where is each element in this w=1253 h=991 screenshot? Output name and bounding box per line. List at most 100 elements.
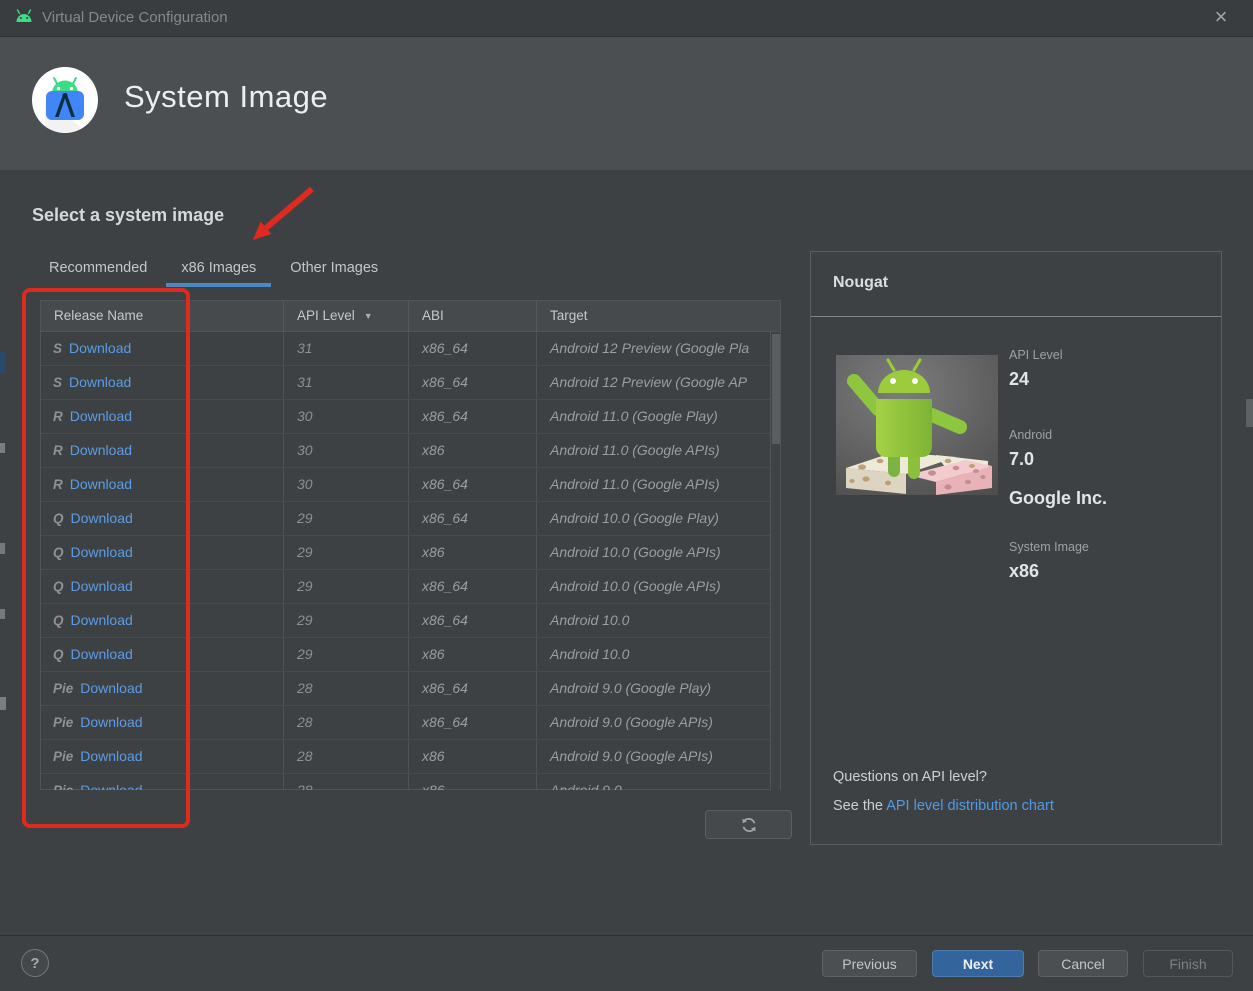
release-letter: S	[53, 341, 62, 356]
api-level-cell: 29	[284, 536, 409, 569]
background-window-fragment	[0, 443, 5, 453]
download-link[interactable]: Download	[80, 782, 142, 790]
active-tab-underline	[166, 283, 271, 287]
release-letter: Q	[53, 647, 64, 662]
refresh-button[interactable]	[705, 810, 792, 839]
download-link[interactable]: Download	[80, 680, 142, 696]
api-distribution-chart-link[interactable]: API level distribution chart	[886, 798, 1054, 814]
api-level-cell: 29	[284, 638, 409, 671]
table-row[interactable]: QDownload 29 x86 Android 10.0 (Google AP…	[41, 536, 770, 570]
tab-x86-images-label: x86 Images	[181, 260, 256, 276]
table-scrollbar-thumb[interactable]	[772, 334, 780, 444]
target-cell: Android 12 Preview (Google AP	[537, 366, 770, 399]
download-link[interactable]: Download	[70, 408, 132, 424]
download-link[interactable]: Download	[71, 578, 133, 594]
target-cell: Android 11.0 (Google Play)	[537, 400, 770, 433]
api-level-cell: 30	[284, 468, 409, 501]
tab-x86-images[interactable]: x86 Images	[164, 253, 273, 285]
release-name-cell: Q Download	[41, 502, 284, 535]
abi-cell: x86	[409, 536, 537, 569]
table-row[interactable]: PieDownload 28 x86_64 Android 9.0 (Googl…	[41, 672, 770, 706]
download-link[interactable]: Download	[71, 646, 133, 662]
release-letter: Pie	[53, 681, 73, 696]
android-label: Android	[1009, 428, 1052, 442]
background-window-fragment	[1246, 399, 1253, 427]
api-level-cell: 31	[284, 366, 409, 399]
column-header-target[interactable]: Target	[537, 301, 780, 331]
download-link[interactable]: Download	[80, 748, 142, 764]
api-level-cell: 31	[284, 332, 409, 365]
release-name-cell: Q Download	[41, 536, 284, 569]
system-image-details-panel: Nougat	[810, 251, 1222, 845]
table-row[interactable]: QDownload 29 x86_64 Android 10.0	[41, 604, 770, 638]
sort-descending-icon[interactable]: ▼	[364, 311, 373, 321]
help-button[interactable]: ?	[21, 949, 49, 977]
android-studio-logo-icon	[31, 66, 99, 134]
release-letter: Q	[53, 545, 64, 560]
panel-divider	[811, 316, 1221, 317]
close-icon[interactable]: ×	[1203, 0, 1239, 36]
release-letter: Q	[53, 579, 64, 594]
system-image-abi-value: x86	[1009, 561, 1039, 582]
previous-button[interactable]: Previous	[822, 950, 917, 977]
abi-cell: x86	[409, 638, 537, 671]
column-header-api-level[interactable]: API Level▼	[284, 301, 409, 331]
next-button[interactable]: Next	[932, 950, 1024, 977]
table-row[interactable]: QDownload 29 x86_64 Android 10.0 (Google…	[41, 502, 770, 536]
system-image-label: System Image	[1009, 540, 1089, 554]
api-level-label: API Level	[1009, 348, 1063, 362]
table-row[interactable]: SDownload 31 x86_64 Android 12 Preview (…	[41, 332, 770, 366]
window-title-bar: Virtual Device Configuration ×	[0, 0, 1253, 37]
column-header-abi[interactable]: ABI	[409, 301, 537, 331]
release-letter: R	[53, 443, 63, 458]
api-level-question-text: Questions on API level?	[833, 769, 987, 785]
background-window-fragment	[0, 543, 5, 554]
abi-cell: x86_64	[409, 672, 537, 705]
table-row[interactable]: RDownload 30 x86_64 Android 11.0 (Google…	[41, 468, 770, 502]
abi-cell: x86_64	[409, 400, 537, 433]
download-link[interactable]: Download	[71, 510, 133, 526]
tab-recommended[interactable]: Recommended	[32, 253, 164, 285]
page-title: System Image	[124, 79, 328, 115]
background-window-fragment	[0, 609, 5, 619]
download-link[interactable]: Download	[70, 442, 132, 458]
see-the-text: See the	[833, 798, 886, 814]
release-letter: Q	[53, 511, 64, 526]
release-letter: R	[53, 477, 63, 492]
table-row[interactable]: SDownload 31 x86_64 Android 12 Preview (…	[41, 366, 770, 400]
target-cell: Android 12 Preview (Google Pla	[537, 332, 770, 365]
target-cell: Android 10.0	[537, 604, 770, 637]
cancel-button[interactable]: Cancel	[1038, 950, 1128, 977]
table-row[interactable]: PieDownload 28 x86 Android 9.0	[41, 774, 770, 790]
table-row[interactable]: QDownload 29 x86 Android 10.0	[41, 638, 770, 672]
api-level-cell: 28	[284, 706, 409, 739]
api-level-cell: 30	[284, 400, 409, 433]
table-row[interactable]: PieDownload 28 x86 Android 9.0 (Google A…	[41, 740, 770, 774]
release-name-cell: S Download	[41, 332, 284, 365]
table-row[interactable]: RDownload 30 x86 Android 11.0 (Google AP…	[41, 434, 770, 468]
download-link[interactable]: Download	[71, 612, 133, 628]
release-letter: Q	[53, 613, 64, 628]
api-level-value: 24	[1009, 369, 1029, 390]
target-cell: Android 9.0 (Google APIs)	[537, 740, 770, 773]
abi-cell: x86	[409, 434, 537, 467]
download-link[interactable]: Download	[69, 374, 131, 390]
tab-other-images[interactable]: Other Images	[273, 253, 395, 285]
column-header-release-name[interactable]: Release Name	[41, 301, 284, 331]
release-name-cell: SDownload	[41, 366, 284, 399]
image-tabs: Recommended x86 Images Other Images	[32, 253, 395, 285]
download-link[interactable]: Download	[71, 544, 133, 560]
table-row[interactable]: PieDownload 28 x86_64 Android 9.0 (Googl…	[41, 706, 770, 740]
download-link[interactable]: Download	[70, 476, 132, 492]
release-name-cell: Q Download	[41, 570, 284, 603]
vendor-value: Google Inc.	[1009, 488, 1107, 509]
table-scrollbar[interactable]	[770, 332, 780, 790]
target-cell: Android 9.0 (Google APIs)	[537, 706, 770, 739]
table-header-row: Release Name API Level▼ ABI Target	[41, 301, 780, 332]
table-row[interactable]: RDownload 30 x86_64 Android 11.0 (Google…	[41, 400, 770, 434]
release-name-cell: PieDownload	[41, 740, 284, 773]
download-link[interactable]: Download	[80, 714, 142, 730]
table-row[interactable]: QDownload 29 x86_64 Android 10.0 (Google…	[41, 570, 770, 604]
download-link[interactable]: Download	[69, 340, 131, 356]
nougat-release-image	[836, 355, 998, 500]
